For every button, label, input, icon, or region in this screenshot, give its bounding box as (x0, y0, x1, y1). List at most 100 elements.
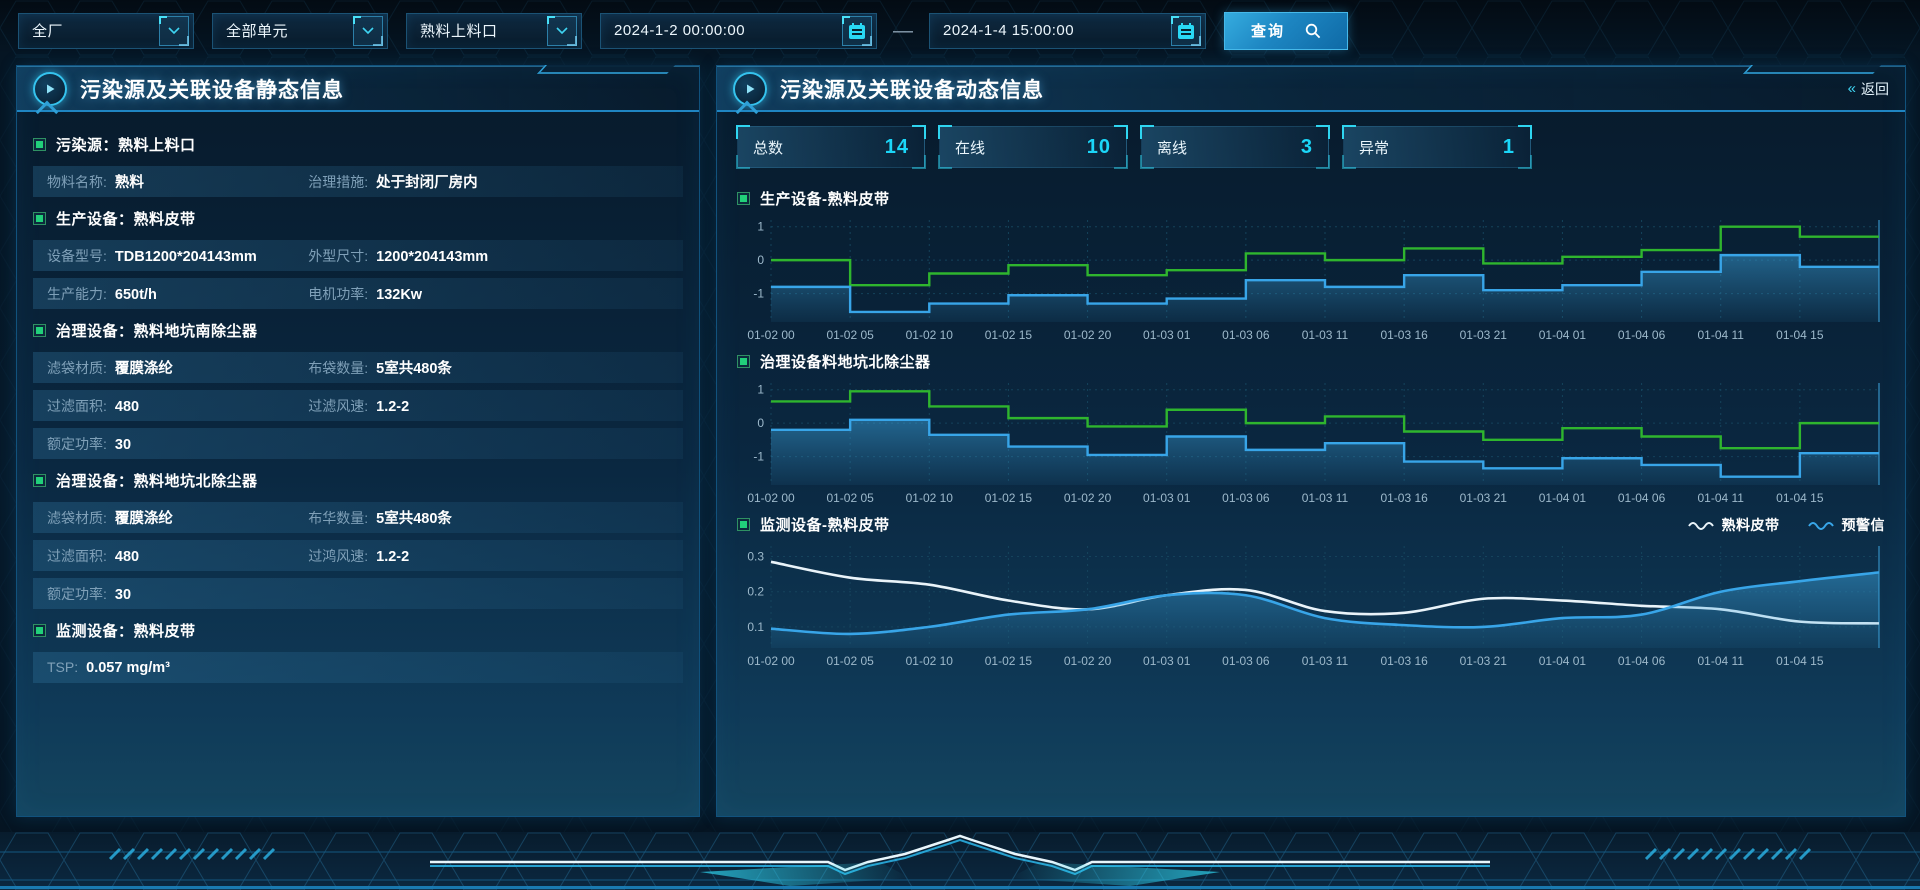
chart-plot-area[interactable]: 0.30.20.101-02 0001-02 0501-02 1001-02 1… (737, 540, 1885, 672)
svg-text:01-04 06: 01-04 06 (1618, 654, 1666, 668)
chart-plot-area[interactable]: 10-101-02 0001-02 0501-02 1001-02 1501-0… (737, 214, 1885, 346)
info-cell: 滤袋材质: 覆膜涤纶 (47, 357, 308, 378)
stat-box: 总数14 (737, 126, 925, 168)
svg-text:01-04 15: 01-04 15 (1776, 491, 1824, 505)
section-title: 监测设备：熟料皮带 (33, 616, 683, 645)
chevron-down-icon[interactable] (353, 16, 383, 46)
svg-text:01-04 11: 01-04 11 (1697, 491, 1744, 505)
info-value: 132Kw (376, 287, 422, 303)
svg-text:01-04 15: 01-04 15 (1776, 654, 1824, 668)
svg-text:01-04 11: 01-04 11 (1697, 328, 1744, 342)
chart-block: 治理设备料地坑北除尘器10-101-02 0001-02 0501-02 100… (737, 348, 1885, 509)
chart-title-label: 监测设备-熟料皮带 (760, 514, 890, 535)
chevron-down-icon[interactable] (159, 16, 189, 46)
date-range-separator: — (893, 13, 913, 49)
legend-item[interactable]: 预警信 (1808, 515, 1886, 535)
header-notch-decoration (1743, 65, 1881, 74)
chart-title-row: 监测设备-熟料皮带 熟料皮带 预警信 (737, 511, 1885, 538)
stat-value: 1 (1503, 136, 1515, 159)
info-value: 覆膜涤纶 (115, 357, 173, 378)
section-title: 污染源：熟料上料口 (33, 130, 683, 159)
legend-label: 熟料皮带 (1722, 515, 1780, 535)
wave-line-icon (1808, 520, 1834, 530)
svg-text:0.1: 0.1 (747, 620, 764, 634)
info-label: 治理措施: (308, 172, 368, 192)
info-cell: 电机功率: 132Kw (308, 284, 422, 304)
corner-decoration (1316, 155, 1330, 169)
svg-text:0: 0 (757, 416, 764, 430)
date-from-picker[interactable]: 2024-1-2 00:00:00 (600, 13, 877, 49)
info-row: 过滤面积:480过鸿风速:1.2-2 (33, 540, 683, 571)
footer-decoration (0, 832, 1920, 890)
info-row: 生产能力:650t/h电机功率:132Kw (33, 278, 683, 309)
info-value: 1.2-2 (376, 399, 409, 415)
info-value: 1200*204143mm (376, 249, 488, 265)
static-panel-body: 污染源：熟料上料口物料名称:熟料治理措施:处于封闭厂房内生产设备：熟料皮带设备型… (17, 112, 699, 683)
info-cell: 额定功率:30 (47, 584, 308, 604)
info-value: TDB1200*204143mm (115, 249, 257, 265)
info-cell: 治理措施:处于封闭厂房内 (308, 171, 477, 192)
chevron-down-icon[interactable] (547, 16, 577, 46)
info-label: 生产能力: (47, 284, 107, 304)
svg-text:01-02 10: 01-02 10 (906, 491, 954, 505)
dynamic-panel-header: 污染源及关联设备动态信息 « 返回 (717, 66, 1905, 112)
info-value: 480 (115, 549, 139, 565)
calendar-icon[interactable] (842, 16, 872, 46)
back-button[interactable]: « 返回 (1848, 79, 1889, 99)
info-cell: 设备型号:TDB1200*204143mm (47, 246, 308, 266)
info-label: 滤袋材质: (47, 358, 107, 378)
select-unit[interactable]: 全部单元 (212, 13, 388, 49)
svg-text:01-03 16: 01-03 16 (1380, 328, 1428, 342)
info-label: 外型尺寸: (308, 246, 368, 266)
info-row: 过滤面积:480过滤风速:1.2-2 (33, 390, 683, 421)
svg-text:01-02 00: 01-02 00 (747, 328, 795, 342)
svg-text:-1: -1 (753, 450, 764, 464)
svg-text:0: 0 (757, 253, 764, 267)
select-plant[interactable]: 全厂 (18, 13, 194, 49)
section-title-label: 治理设备：熟料地坑南除尘器 (56, 320, 258, 341)
green-square-bullet-icon (33, 212, 46, 225)
select-source-value: 熟料上料口 (420, 20, 498, 41)
svg-text:01-02 05: 01-02 05 (826, 491, 874, 505)
dashboard-page: { "topbar": { "selects": [ {"value": "全厂… (0, 0, 1920, 890)
svg-text:01-03 11: 01-03 11 (1302, 654, 1349, 668)
svg-text:01-03 01: 01-03 01 (1143, 328, 1191, 342)
static-panel-title: 污染源及关联设备静态信息 (80, 74, 344, 104)
info-cell: 过鸿风速:1.2-2 (308, 546, 409, 566)
query-button[interactable]: 查询 (1224, 12, 1348, 50)
corner-decoration (1114, 155, 1128, 169)
green-square-bullet-icon (33, 624, 46, 637)
date-to-picker[interactable]: 2024-1-4 15:00:00 (929, 13, 1206, 49)
dynamic-panel-title: 污染源及关联设备动态信息 (780, 74, 1044, 104)
chart-plot-area[interactable]: 10-101-02 0001-02 0501-02 1001-02 1501-0… (737, 377, 1885, 509)
svg-text:01-02 15: 01-02 15 (985, 654, 1033, 668)
filter-toolbar: 全厂 全部单元 熟料上料口 2024-1-2 00:00:00 (0, 0, 1920, 59)
stat-value: 14 (885, 136, 909, 159)
svg-text:01-03 01: 01-03 01 (1143, 654, 1191, 668)
stat-label: 离线 (1157, 137, 1187, 158)
main-content: 污染源及关联设备静态信息 污染源：熟料上料口物料名称:熟料治理措施:处于封闭厂房… (0, 59, 1920, 817)
legend-item[interactable]: 熟料皮带 (1688, 515, 1780, 535)
chart-block: 生产设备-熟料皮带10-101-02 0001-02 0501-02 1001-… (737, 185, 1885, 346)
info-value: 480 (115, 399, 139, 415)
svg-text:1: 1 (757, 220, 764, 234)
stat-box: 异常1 (1343, 126, 1531, 168)
svg-text:01-03 11: 01-03 11 (1302, 491, 1349, 505)
dynamic-info-panel: 污染源及关联设备动态信息 « 返回 总数14在线10离线3异常1 生产设备-熟料… (716, 65, 1906, 817)
info-value: 覆膜涤纶 (115, 507, 173, 528)
svg-text:01-02 05: 01-02 05 (826, 654, 874, 668)
double-chevron-left-icon: « (1848, 80, 1854, 97)
query-button-label: 查询 (1251, 20, 1285, 41)
select-source[interactable]: 熟料上料口 (406, 13, 582, 49)
info-label: 电机功率: (308, 284, 368, 304)
info-cell: 物料名称:熟料 (47, 171, 308, 192)
svg-text:01-03 16: 01-03 16 (1380, 491, 1428, 505)
info-cell: 额定功率:30 (47, 434, 308, 454)
info-cell: 过滤面积:480 (47, 546, 308, 566)
stat-box: 在线10 (939, 126, 1127, 168)
back-button-label: 返回 (1861, 79, 1889, 99)
info-row: 滤袋材质:覆膜涤纶布袋数量:5室共480条 (33, 352, 683, 383)
info-value: 熟料 (115, 171, 144, 192)
calendar-icon[interactable] (1171, 16, 1201, 46)
select-unit-value: 全部单元 (226, 20, 288, 41)
